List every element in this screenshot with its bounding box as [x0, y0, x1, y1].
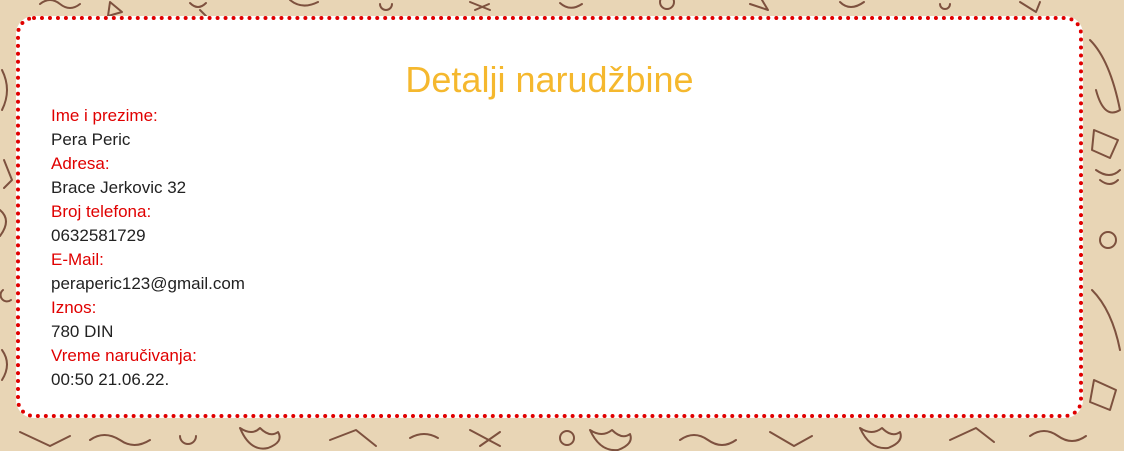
email-label: E-Mail:	[51, 250, 104, 269]
address-label: Adresa:	[51, 154, 110, 173]
phone-value: 0632581729	[51, 226, 146, 245]
order-fields: Ime i prezime: Pera Peric Adresa: Brace …	[51, 104, 245, 392]
amount-value: 780 DIN	[51, 322, 114, 341]
order-details-card: Detalji narudžbine Ime i prezime: Pera P…	[16, 16, 1083, 418]
order-time-label: Vreme naručivanja:	[51, 346, 197, 365]
name-label: Ime i prezime:	[51, 106, 158, 125]
email-value: peraperic123@gmail.com	[51, 274, 245, 293]
phone-label: Broj telefona:	[51, 202, 152, 221]
amount-label: Iznos:	[51, 298, 97, 317]
name-value: Pera Peric	[51, 130, 131, 149]
page-title: Detalji narudžbine	[405, 59, 694, 100]
address-value: Brace Jerkovic 32	[51, 178, 187, 197]
order-time-value: 00:50 21.06.22.	[51, 370, 170, 389]
